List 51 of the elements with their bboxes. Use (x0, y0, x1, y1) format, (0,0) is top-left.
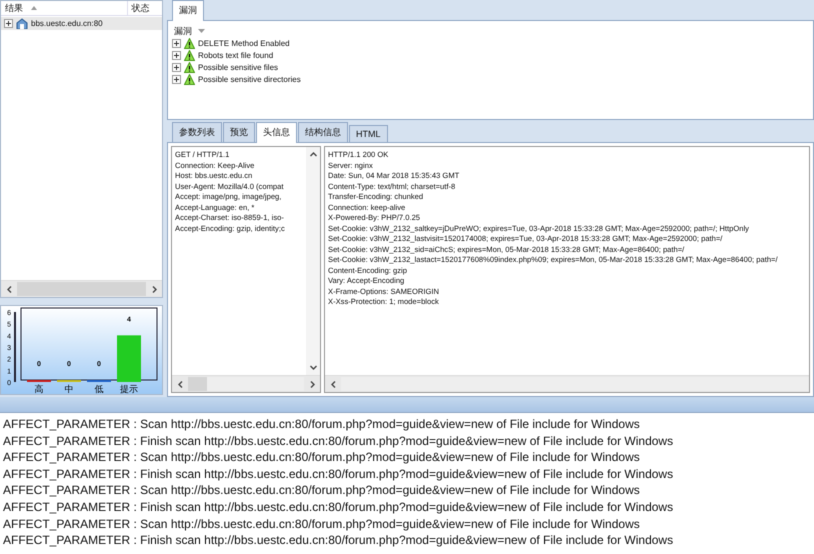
tab[interactable]: 预览 (223, 122, 255, 142)
vulnerability-item[interactable]: Robots text file found (198, 50, 274, 60)
log-line: AFFECT_PARAMETER : Finish scan http://bbs.uestc.edu.cn:80/forum.php?mod=guide&view=new of File include for Windows (3, 498, 674, 516)
scroll-left-icon[interactable] (6, 286, 12, 292)
tab[interactable]: 结构信息 (298, 122, 348, 142)
log-line: AFFECT_PARAMETER : Scan http://bbs.uestc.edu.cn:80/forum.php?mod=guide&view=new of File include for Windows (3, 482, 641, 499)
vulnerability-item[interactable]: Possible sensitive files (198, 62, 278, 72)
category-label: 低 (94, 384, 104, 394)
horizontal-scrollbar[interactable] (325, 375, 809, 392)
tab[interactable]: 参数列表 (172, 122, 222, 142)
column-header[interactable]: 结果 (1, 1, 127, 15)
expand-icon[interactable] (172, 50, 181, 60)
log-line: AFFECT_PARAMETER : Finish scan http://bbs.uestc.edu.cn:80/forum.php?mod=guide&view=new of File include for Windows (3, 532, 674, 549)
group-header: 漏洞 (174, 24, 192, 38)
log-line: AFFECT_PARAMETER : Scan http://bbs.uestc.edu.cn:80/forum.php?mod=guide&view=new of File include for Windows (3, 449, 641, 466)
expand-icon[interactable] (172, 74, 181, 84)
warning-icon (184, 38, 195, 48)
log-line: AFFECT_PARAMETER : Finish scan http://bbs.uestc.edu.cn:80/forum.php?mod=guide&view=new of File include for Windows (3, 432, 674, 450)
expand-icon[interactable] (172, 62, 181, 72)
log-line: AFFECT_PARAMETER : Scan http://bbs.uestc.edu.cn:80/forum.php?mod=guide&view=new of File include for Windows (3, 416, 641, 433)
scroll-right-icon[interactable] (150, 286, 158, 292)
expand-icon[interactable] (4, 19, 13, 28)
horizontal-scrollbar[interactable] (1, 280, 162, 297)
scroll-right-icon[interactable] (308, 380, 316, 388)
tab[interactable]: HTML (349, 125, 388, 142)
tab[interactable]: 头信息 (256, 122, 297, 143)
horizontal-scrollbar[interactable] (172, 375, 320, 392)
warning-icon (184, 50, 195, 60)
tree-item[interactable]: bbs.uestc.edu.cn:80 (1, 17, 162, 30)
sort-icon (31, 6, 37, 10)
dropdown-icon[interactable] (198, 29, 205, 33)
log-line: AFFECT_PARAMETER : Finish scan http://bbs.uestc.edu.cn:80/forum.php?mod=guide&view=new of File include for Windows (3, 466, 674, 482)
vertical-scrollbar[interactable] (306, 147, 320, 375)
scroll-up-icon[interactable] (310, 151, 316, 158)
vulnerability-item[interactable]: Possible sensitive directories (198, 74, 301, 84)
category-label: 中 (64, 384, 74, 394)
scroll-left-icon[interactable] (330, 380, 336, 388)
warning-icon (184, 62, 195, 72)
expand-icon[interactable] (172, 38, 181, 48)
category-label: 高 (34, 384, 44, 394)
scroll-down-icon[interactable] (310, 364, 316, 371)
log-line: AFFECT_PARAMETER : Scan http://bbs.uestc.edu.cn:80/forum.php?mod=guide&view=new of File include for Windows (3, 516, 641, 532)
category-label: 提示 (120, 384, 138, 394)
warning-icon (184, 74, 195, 84)
scroll-thumb[interactable] (17, 282, 146, 296)
scroll-left-icon[interactable] (176, 380, 184, 388)
server-icon (16, 18, 28, 29)
column-header[interactable]: 状态 (126, 1, 162, 15)
tab[interactable]: 漏洞 (172, 0, 204, 21)
vulnerability-item[interactable]: DELETE Method Enabled (198, 38, 290, 48)
scroll-thumb[interactable] (188, 377, 208, 391)
